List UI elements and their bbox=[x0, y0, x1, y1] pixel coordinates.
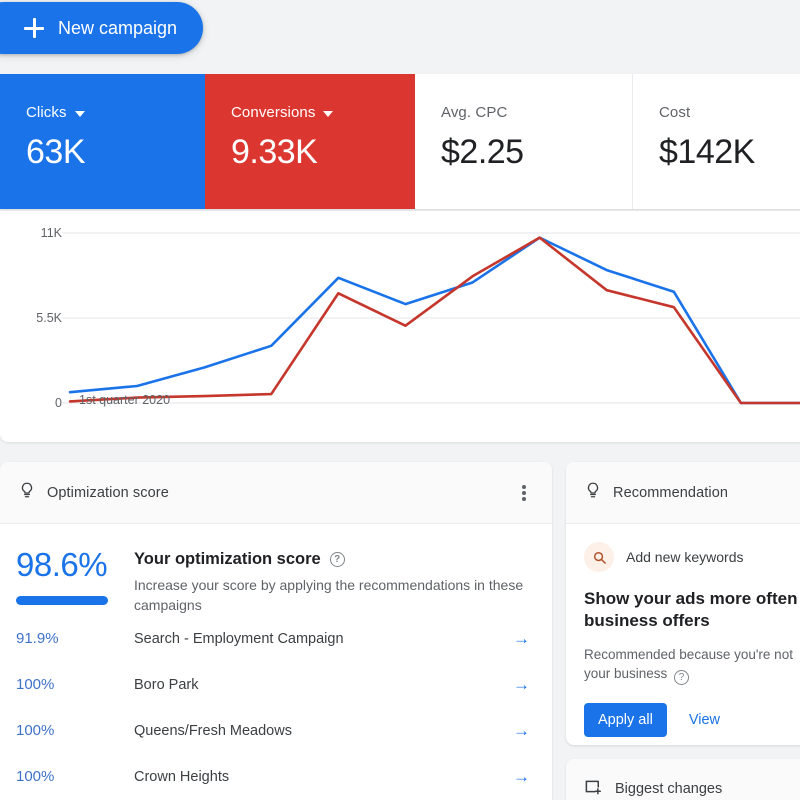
help-icon[interactable]: ? bbox=[330, 552, 345, 567]
recommendation-reason-line2: your business bbox=[584, 666, 667, 681]
performance-chart-card: 0 5.5K 11K 1st quarter 2020 bbox=[0, 211, 800, 442]
metric-card-clicks[interactable]: Clicks 63K bbox=[0, 74, 205, 209]
campaign-score: 100% bbox=[16, 676, 134, 693]
recommendation-type-label: Add new keywords bbox=[626, 549, 744, 565]
optimization-card-title: Optimization score bbox=[47, 485, 169, 501]
add-panel-icon bbox=[584, 777, 603, 800]
metric-card-row: Clicks 63K Conversions 9.33K Avg. CPC $2… bbox=[0, 74, 800, 209]
chart-x-axis-label: 1st quarter 2020 bbox=[79, 393, 170, 407]
metric-value-cost: $142K bbox=[659, 133, 800, 172]
campaign-row[interactable]: 100%Boro Park → bbox=[0, 662, 552, 708]
chart-y-tick-label: 11K bbox=[10, 226, 62, 240]
metric-label-conversions: Conversions bbox=[231, 104, 415, 121]
optimization-score-value: 98.6% bbox=[16, 546, 134, 584]
optimization-summary: 98.6% Your optimization score ? Increase… bbox=[0, 524, 552, 616]
recommendation-reason-line1: Recommended because you're not bbox=[584, 645, 800, 665]
campaign-row[interactable]: 100%Crown Heights → bbox=[0, 754, 552, 800]
recommendation-headline: Show your ads more often to business off… bbox=[584, 588, 800, 633]
view-button[interactable]: View bbox=[681, 712, 728, 728]
metric-label-avg-cpc: Avg. CPC bbox=[441, 104, 632, 121]
optimization-score-progress-bar bbox=[16, 596, 108, 605]
recommendation-card-header: Recommendation bbox=[566, 462, 800, 524]
campaign-score: 100% bbox=[16, 768, 134, 785]
campaign-row[interactable]: 100%Queens/Fresh Meadows → bbox=[0, 708, 552, 754]
campaign-score-list: 91.9%Search - Employment Campaign→100%Bo… bbox=[0, 616, 552, 800]
new-campaign-label: New campaign bbox=[58, 18, 177, 39]
chevron-down-icon[interactable] bbox=[75, 111, 85, 117]
metric-card-conversions[interactable]: Conversions 9.33K bbox=[205, 74, 415, 209]
recommendation-headline-line2: business offers bbox=[584, 610, 800, 632]
metric-card-avg-cpc[interactable]: Avg. CPC $2.25 bbox=[415, 74, 633, 209]
arrow-right-icon[interactable]: → bbox=[513, 676, 530, 693]
top-toolbar: New campaign bbox=[0, 0, 800, 62]
biggest-changes-card: Biggest changes bbox=[566, 759, 800, 800]
metric-label-cost: Cost bbox=[659, 104, 800, 121]
metric-label-clicks: Clicks bbox=[26, 104, 205, 121]
optimization-description: Your optimization score ? Increase your … bbox=[134, 546, 532, 616]
optimization-score-heading-text: Your optimization score bbox=[134, 550, 321, 569]
campaign-name: Crown Heights bbox=[134, 769, 229, 785]
campaign-name: Boro Park bbox=[134, 677, 198, 693]
recommendation-headline-line1: Show your ads more often to bbox=[584, 588, 800, 610]
chart-y-axis: 0 5.5K 11K bbox=[0, 211, 62, 442]
chart-series-line bbox=[70, 238, 800, 403]
biggest-changes-title: Biggest changes bbox=[615, 781, 722, 797]
metric-value-conversions: 9.33K bbox=[231, 133, 415, 172]
new-campaign-button[interactable]: New campaign bbox=[0, 2, 203, 54]
campaign-score: 91.9% bbox=[16, 630, 134, 647]
campaign-score: 100% bbox=[16, 722, 134, 739]
campaign-name: Queens/Fresh Meadows bbox=[134, 723, 292, 739]
biggest-changes-header: Biggest changes bbox=[566, 759, 800, 800]
lightbulb-icon bbox=[584, 481, 602, 504]
metric-card-cost[interactable]: Cost $142K bbox=[633, 74, 800, 209]
kebab-menu-icon[interactable] bbox=[512, 481, 536, 505]
recommendation-reason-line2-wrap: your business ? bbox=[584, 664, 800, 685]
campaign-row[interactable]: 91.9%Search - Employment Campaign → bbox=[0, 616, 552, 662]
chart-y-tick-label: 0 bbox=[10, 396, 62, 410]
recommendation-card: Recommendation Add new keywords Show you… bbox=[566, 462, 800, 745]
arrow-right-icon[interactable]: → bbox=[513, 722, 530, 739]
recommendation-type-row[interactable]: Add new keywords bbox=[584, 542, 800, 572]
campaign-name: Search - Employment Campaign bbox=[134, 631, 344, 647]
recommendation-actions: Apply all View bbox=[584, 703, 800, 737]
metric-value-clicks: 63K bbox=[26, 133, 205, 172]
recommendation-body: Add new keywords Show your ads more ofte… bbox=[566, 524, 800, 737]
apply-all-button[interactable]: Apply all bbox=[584, 703, 667, 737]
recommendation-reason: Recommended because you're not your busi… bbox=[584, 645, 800, 686]
performance-line-chart bbox=[0, 211, 800, 442]
optimization-score-card: Optimization score 98.6% Your optimizati… bbox=[0, 462, 552, 800]
search-icon bbox=[584, 542, 614, 572]
optimization-score-heading: Your optimization score ? bbox=[134, 550, 532, 569]
arrow-right-icon[interactable]: → bbox=[513, 630, 530, 647]
help-icon[interactable]: ? bbox=[674, 670, 689, 685]
lightbulb-icon bbox=[18, 481, 36, 504]
optimization-score-column: 98.6% bbox=[16, 546, 134, 616]
chart-y-tick-label: 5.5K bbox=[10, 311, 62, 325]
arrow-right-icon[interactable]: → bbox=[513, 768, 530, 785]
plus-icon bbox=[24, 18, 44, 38]
metric-value-avg-cpc: $2.25 bbox=[441, 133, 632, 172]
recommendation-card-title: Recommendation bbox=[613, 485, 728, 501]
dashboard-page: New campaign Clicks 63K Conversions 9.33… bbox=[0, 0, 800, 800]
chevron-down-icon[interactable] bbox=[323, 111, 333, 117]
optimization-score-subtitle: Increase your score by applying the reco… bbox=[134, 576, 532, 616]
optimization-card-header: Optimization score bbox=[0, 462, 552, 524]
